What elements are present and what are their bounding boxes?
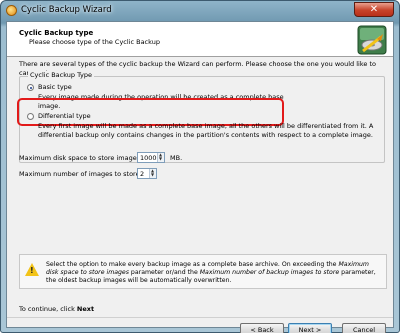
wizard-client-area: Cyclic Backup type Please choose type of… <box>6 21 394 333</box>
back-button[interactable]: < Back <box>240 323 284 333</box>
info-box: ! Select the option to make every backup… <box>19 254 387 289</box>
next-button[interactable]: Next > <box>288 323 332 333</box>
info-text: Select the option to make every backup i… <box>46 261 376 284</box>
max-disk-stepper[interactable]: 10000 ▲ ▼ <box>137 152 165 163</box>
differential-type-description: Every first image will be made as a comp… <box>38 122 374 139</box>
max-images-stepper[interactable]: 2 ▲ ▼ <box>137 168 157 179</box>
wizard-disk-icon <box>357 25 387 55</box>
close-button[interactable]: ✕ <box>354 2 394 17</box>
differential-type-label[interactable]: Differential type <box>38 112 91 120</box>
max-images-stepper-arrows[interactable]: ▲ ▼ <box>149 169 156 178</box>
title-bar[interactable]: Cyclic Backup Wizard ✕ <box>1 1 399 21</box>
max-images-label: Maximum number of images to store: <box>19 170 142 178</box>
stepper-down-icon[interactable]: ▼ <box>159 157 162 161</box>
basic-type-radio[interactable] <box>27 84 34 91</box>
max-disk-unit: MB. <box>170 154 183 162</box>
max-images-value[interactable]: 2 <box>140 170 144 178</box>
wizard-window: Cyclic Backup Wizard ✕ Cyclic Backup typ… <box>0 0 400 333</box>
footer-divider <box>7 317 393 318</box>
cancel-button[interactable]: Cancel <box>342 323 386 333</box>
continue-hint: To continue, click Next <box>19 305 95 313</box>
page-title: Cyclic Backup type <box>19 29 94 37</box>
basic-type-label[interactable]: Basic type <box>38 83 72 91</box>
differential-type-radio[interactable] <box>27 113 34 120</box>
wizard-header: Cyclic Backup type Please choose type of… <box>7 22 393 57</box>
max-disk-label: Maximum disk space to store images: <box>19 154 143 162</box>
warning-icon: ! <box>25 263 39 276</box>
window-title: Cyclic Backup Wizard <box>21 5 112 15</box>
page-subtitle: Please choose type of the Cyclic Backup <box>29 38 160 46</box>
backup-app-icon <box>6 5 17 16</box>
stepper-down-icon[interactable]: ▼ <box>151 173 154 177</box>
group-label: Cyclic Backup Type <box>28 71 95 79</box>
max-disk-stepper-arrows[interactable]: ▲ ▼ <box>157 153 164 162</box>
